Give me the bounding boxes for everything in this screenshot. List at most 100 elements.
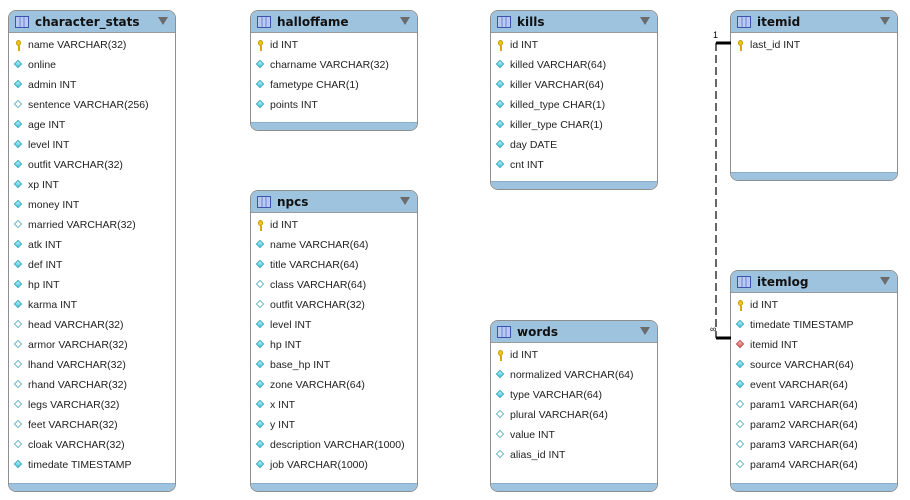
column-row[interactable]: cnt INT xyxy=(491,155,657,175)
column-row[interactable]: cloak VARCHAR(32) xyxy=(9,435,175,455)
column-list: id INT timedate TIMESTAMP itemid INT source… xyxy=(731,293,897,475)
column-row[interactable]: level INT xyxy=(251,315,417,335)
column-row[interactable]: title VARCHAR(64) xyxy=(251,255,417,275)
column-row[interactable]: plural VARCHAR(64) xyxy=(491,405,657,425)
column-row[interactable]: id INT xyxy=(491,35,657,55)
column-row[interactable]: id INT xyxy=(251,215,417,235)
table-kills[interactable]: kills id INT killed VARCHAR(64) killer VAR… xyxy=(490,10,658,190)
column-row[interactable]: param4 VARCHAR(64) xyxy=(731,455,897,475)
column-row[interactable]: armor VARCHAR(32) xyxy=(9,335,175,355)
column-label: killed_type CHAR(1) xyxy=(510,99,606,111)
column-row[interactable]: charname VARCHAR(32) xyxy=(251,55,417,75)
column-row[interactable]: sentence VARCHAR(256) xyxy=(9,95,175,115)
column-label: day DATE xyxy=(510,139,558,151)
column-row[interactable]: id INT xyxy=(731,295,897,315)
column-row[interactable]: param1 VARCHAR(64) xyxy=(731,395,897,415)
column-row[interactable]: last_id INT xyxy=(731,35,897,55)
column-row[interactable]: hp INT xyxy=(9,275,175,295)
column-row[interactable]: event VARCHAR(64) xyxy=(731,375,897,395)
table-header[interactable]: character_stats xyxy=(9,11,175,33)
column-row[interactable]: name VARCHAR(32) xyxy=(9,35,175,55)
column-row[interactable]: zone VARCHAR(64) xyxy=(251,375,417,395)
collapse-triangle-icon[interactable] xyxy=(400,197,410,205)
column-label: married VARCHAR(32) xyxy=(28,219,136,231)
column-row[interactable]: description VARCHAR(1000) xyxy=(251,435,417,455)
column-row[interactable]: param2 VARCHAR(64) xyxy=(731,415,897,435)
collapse-triangle-icon[interactable] xyxy=(880,17,890,25)
column-row[interactable]: class VARCHAR(64) xyxy=(251,275,417,295)
table-character_stats[interactable]: character_stats name VARCHAR(32) online ad… xyxy=(8,10,176,492)
column-row[interactable]: name VARCHAR(64) xyxy=(251,235,417,255)
column-label: cnt INT xyxy=(510,159,544,171)
table-halloffame[interactable]: halloffame id INT charname VARCHAR(32) fam… xyxy=(250,10,418,131)
column-row[interactable]: fametype CHAR(1) xyxy=(251,75,417,95)
collapse-triangle-icon[interactable] xyxy=(158,17,168,25)
column-row[interactable]: xp INT xyxy=(9,175,175,195)
column-row[interactable]: type VARCHAR(64) xyxy=(491,385,657,405)
column-row[interactable]: points INT xyxy=(251,95,417,115)
table-header[interactable]: halloffame xyxy=(251,11,417,33)
column-row[interactable]: married VARCHAR(32) xyxy=(9,215,175,235)
column-row[interactable]: base_hp INT xyxy=(251,355,417,375)
column-row[interactable]: lhand VARCHAR(32) xyxy=(9,355,175,375)
column-row[interactable]: alias_id INT xyxy=(491,445,657,465)
column-row[interactable]: atk INT xyxy=(9,235,175,255)
primary-key-icon xyxy=(736,40,746,51)
column-row[interactable]: day DATE xyxy=(491,135,657,155)
column-list: id INT charname VARCHAR(32) fametype CHAR(… xyxy=(251,33,417,115)
column-row[interactable]: value INT xyxy=(491,425,657,445)
relationship-many-label: ∞ xyxy=(710,324,717,334)
column-row[interactable]: killed VARCHAR(64) xyxy=(491,55,657,75)
column-row[interactable]: rhand VARCHAR(32) xyxy=(9,375,175,395)
table-itemlog[interactable]: itemlog id INT timedate TIMESTAMP itemid I… xyxy=(730,270,898,492)
column-row[interactable]: timedate TIMESTAMP xyxy=(731,315,897,335)
nullable-diamond-icon xyxy=(735,419,746,430)
column-row[interactable]: timedate TIMESTAMP xyxy=(9,455,175,475)
column-row[interactable]: outfit VARCHAR(32) xyxy=(251,295,417,315)
table-icon xyxy=(257,15,271,28)
column-row[interactable]: id INT xyxy=(251,35,417,55)
column-row[interactable]: param3 VARCHAR(64) xyxy=(731,435,897,455)
column-label: base_hp INT xyxy=(270,359,331,371)
table-words[interactable]: words id INT normalized VARCHAR(64) type V… xyxy=(490,320,658,492)
table-npcs[interactable]: npcs id INT name VARCHAR(64) title VARCHAR… xyxy=(250,190,418,492)
column-row[interactable]: head VARCHAR(32) xyxy=(9,315,175,335)
nullable-diamond-icon xyxy=(255,279,266,290)
column-row[interactable]: admin INT xyxy=(9,75,175,95)
column-row[interactable]: killer_type CHAR(1) xyxy=(491,115,657,135)
column-row[interactable]: job VARCHAR(1000) xyxy=(251,455,417,475)
column-row[interactable]: x INT xyxy=(251,395,417,415)
column-row[interactable]: normalized VARCHAR(64) xyxy=(491,365,657,385)
column-row[interactable]: online xyxy=(9,55,175,75)
primary-key-icon xyxy=(736,300,746,311)
table-title: npcs xyxy=(277,194,309,209)
column-row[interactable]: itemid INT xyxy=(731,335,897,355)
column-row[interactable]: y INT xyxy=(251,415,417,435)
column-label: job VARCHAR(1000) xyxy=(270,459,368,471)
collapse-triangle-icon[interactable] xyxy=(640,17,650,25)
collapse-triangle-icon[interactable] xyxy=(880,277,890,285)
table-header[interactable]: itemid xyxy=(731,11,897,33)
table-header[interactable]: words xyxy=(491,321,657,343)
collapse-triangle-icon[interactable] xyxy=(640,327,650,335)
collapse-triangle-icon[interactable] xyxy=(400,17,410,25)
column-row[interactable]: def INT xyxy=(9,255,175,275)
column-row[interactable]: hp INT xyxy=(251,335,417,355)
column-row[interactable]: killer VARCHAR(64) xyxy=(491,75,657,95)
column-row[interactable]: legs VARCHAR(32) xyxy=(9,395,175,415)
column-row[interactable]: killed_type CHAR(1) xyxy=(491,95,657,115)
column-row[interactable]: id INT xyxy=(491,345,657,365)
table-header[interactable]: kills xyxy=(491,11,657,33)
column-row[interactable]: karma INT xyxy=(9,295,175,315)
column-row[interactable]: feet VARCHAR(32) xyxy=(9,415,175,435)
column-row[interactable]: source VARCHAR(64) xyxy=(731,355,897,375)
table-footer xyxy=(731,483,897,491)
column-row[interactable]: outfit VARCHAR(32) xyxy=(9,155,175,175)
not-null-diamond-icon xyxy=(255,419,266,430)
column-row[interactable]: level INT xyxy=(9,135,175,155)
table-header[interactable]: itemlog xyxy=(731,271,897,293)
table-itemid[interactable]: itemid last_id INT xyxy=(730,10,898,181)
column-row[interactable]: money INT xyxy=(9,195,175,215)
column-row[interactable]: age INT xyxy=(9,115,175,135)
table-header[interactable]: npcs xyxy=(251,191,417,213)
